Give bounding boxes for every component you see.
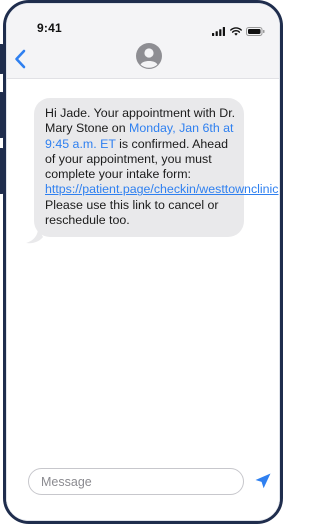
- phone-frame: 9:41 Hi Jade. Your appointment with Dr. …: [3, 0, 283, 524]
- message-bubble: Hi Jade. Your appointment with Dr. Mary …: [34, 98, 279, 238]
- conversation-header: 9:41: [7, 4, 279, 79]
- checkin-link[interactable]: https://patient.page/checkin/westtowncli…: [45, 182, 279, 196]
- send-arrow-icon: [255, 473, 271, 489]
- message-composer: [7, 456, 279, 520]
- send-button[interactable]: [254, 472, 272, 490]
- signal-icon: [212, 23, 226, 41]
- contact-avatar[interactable]: [136, 43, 162, 69]
- wifi-icon: [230, 23, 242, 41]
- messages-screen: 9:41 Hi Jade. Your appointment with Dr. …: [6, 3, 280, 521]
- message-text: Please use this link to cancel or resche…: [45, 197, 219, 228]
- status-time: 9:41: [37, 21, 62, 35]
- phone-mockup: 9:41 Hi Jade. Your appointment with Dr. …: [0, 0, 285, 526]
- status-icons: [212, 23, 265, 41]
- back-button[interactable]: [13, 48, 29, 70]
- battery-icon: [246, 23, 265, 41]
- chevron-left-icon: [15, 49, 26, 69]
- person-avatar-icon: [136, 43, 162, 69]
- message-input[interactable]: [28, 468, 244, 495]
